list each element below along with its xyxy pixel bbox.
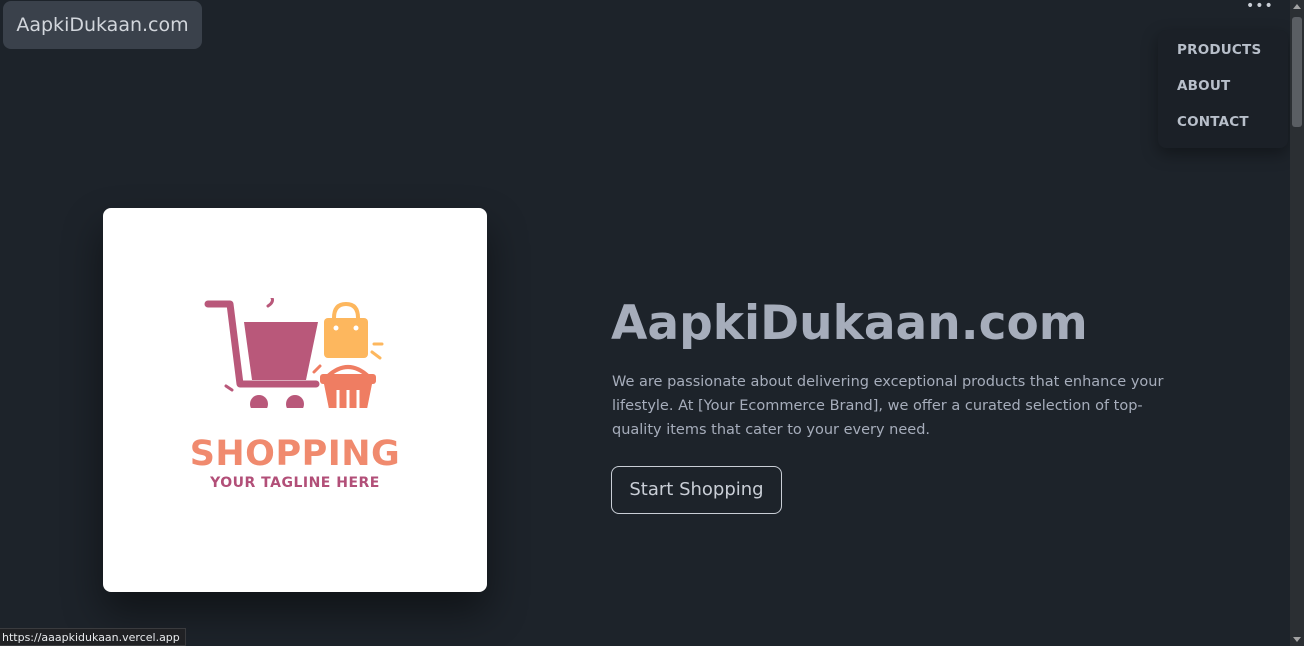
brand-button[interactable]: AapkiDukaan.com <box>3 1 202 49</box>
menu-item-about[interactable]: ABOUT <box>1177 78 1230 94</box>
vertical-scrollbar[interactable] <box>1290 0 1304 646</box>
status-bar-url: https://aaapkidukaan.vercel.app <box>0 628 186 646</box>
menu-item-products[interactable]: PRODUCTS <box>1177 42 1261 58</box>
logo-title: SHOPPING <box>189 434 401 474</box>
logo-tagline: YOUR TAGLINE HERE <box>210 475 380 491</box>
ellipsis-icon[interactable]: ••• <box>1246 0 1273 14</box>
hero-title: AapkiDukaan.com <box>611 296 1088 351</box>
scroll-down-arrow-icon[interactable] <box>1293 637 1301 642</box>
scroll-up-arrow-icon[interactable] <box>1293 4 1301 9</box>
nav-dropdown-menu: PRODUCTS ABOUT CONTACT <box>1158 30 1288 148</box>
shopping-cart-logo-icon <box>204 298 384 408</box>
scroll-thumb[interactable] <box>1292 17 1302 127</box>
start-shopping-button[interactable]: Start Shopping <box>611 466 782 514</box>
hero-description: We are passionate about delivering excep… <box>612 374 1164 438</box>
menu-item-contact[interactable]: CONTACT <box>1177 114 1249 130</box>
page: AapkiDukaan.com ••• PRODUCTS ABOUT CONTA… <box>0 0 1304 646</box>
hero-image-card: SHOPPING YOUR TAGLINE HERE <box>103 208 487 592</box>
